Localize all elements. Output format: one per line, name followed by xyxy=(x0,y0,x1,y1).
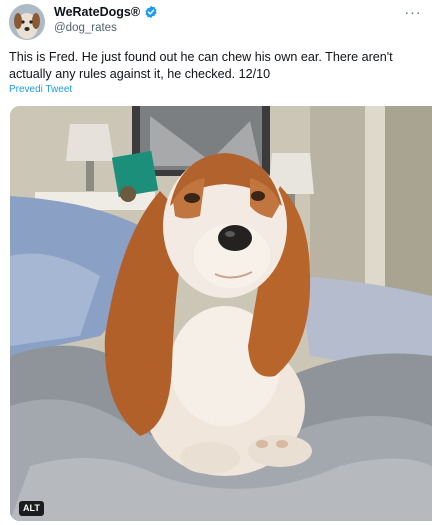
translate-tweet-link[interactable]: Prevedi Tweet xyxy=(9,84,72,95)
alt-text-badge[interactable]: ALT xyxy=(19,501,44,516)
dog-avatar-icon xyxy=(9,4,45,40)
tweet-photo[interactable] xyxy=(10,106,432,521)
author-handle[interactable]: @dog_rates xyxy=(54,22,117,34)
tweet-text: This is Fred. He just found out he can c… xyxy=(9,50,393,81)
basset-puppy-photo xyxy=(10,106,432,521)
author-name-row: WeRateDogs® xyxy=(54,5,158,19)
more-options-button[interactable]: ··· xyxy=(400,2,426,22)
tweet: WeRateDogs® @dog_rates ··· This is Fred.… xyxy=(0,0,432,525)
author-avatar[interactable] xyxy=(9,4,45,40)
author-display-name[interactable]: WeRateDogs® xyxy=(54,5,140,19)
verified-badge-icon xyxy=(144,5,158,19)
